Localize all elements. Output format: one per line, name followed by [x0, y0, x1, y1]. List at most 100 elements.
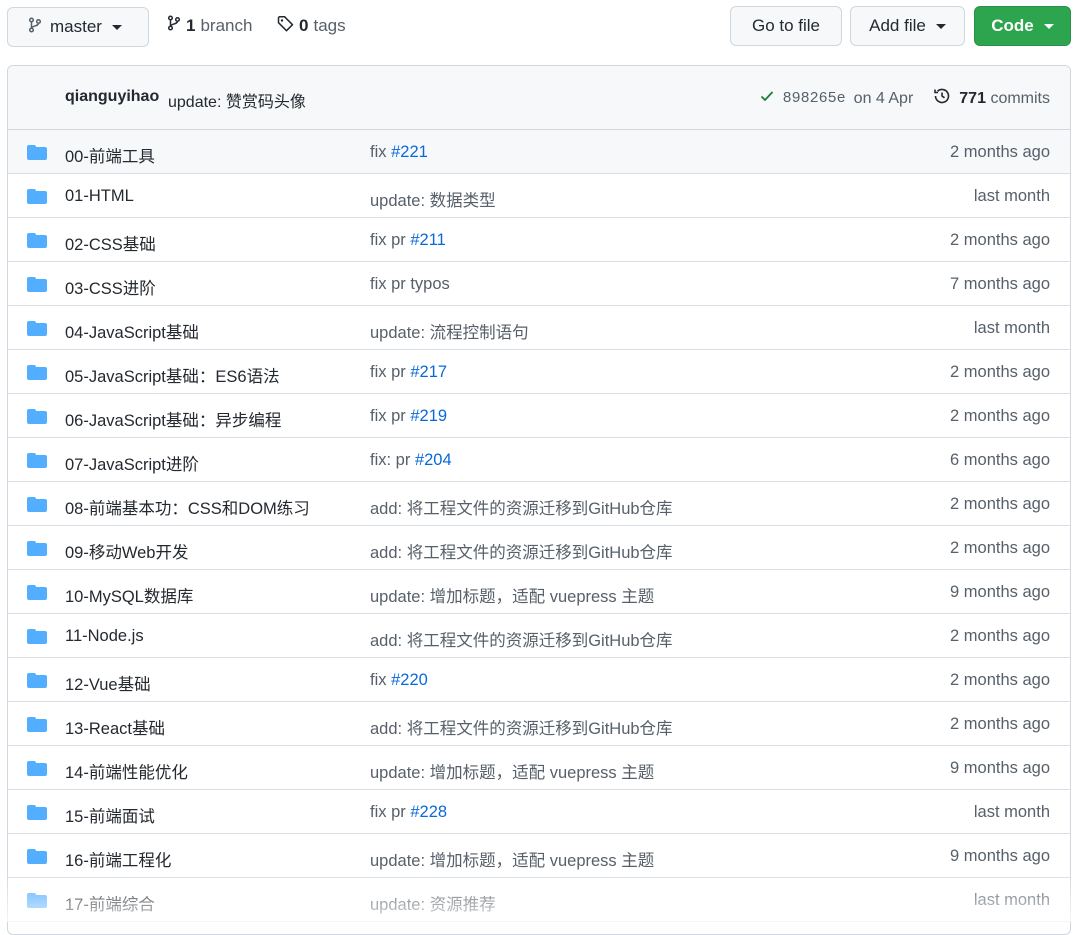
- file-row[interactable]: 09-移动Web开发 add: 将工程文件的资源迁移到GitHub仓库 2 mont…: [8, 526, 1070, 570]
- check-icon[interactable]: [759, 88, 775, 109]
- branches-count: 1: [186, 15, 196, 35]
- file-row[interactable]: 02-CSS基础 fix pr #211 2 months ago: [8, 218, 1070, 262]
- folder-name-link[interactable]: 01-HTML: [65, 187, 134, 206]
- add-file-label: Add file: [869, 16, 926, 35]
- code-button[interactable]: Code: [974, 6, 1071, 46]
- folder-name-link[interactable]: 13-React基础: [65, 715, 165, 739]
- folder-icon: [27, 541, 47, 556]
- commit-message[interactable]: update: 赞赏码头像: [168, 88, 306, 112]
- commit-message-link[interactable]: update: 流程控制语句: [370, 319, 529, 343]
- latest-commit-bar: qianguyihao update: 赞赏码头像 898265e on 4 A…: [8, 66, 1070, 130]
- file-list: 00-前端工具 fix #221 2 months ago 01-HTML update…: [8, 130, 1070, 922]
- folder-name-link[interactable]: 09-移动Web开发: [65, 539, 188, 563]
- folder-icon: [27, 145, 47, 160]
- folder-icon: [27, 585, 47, 600]
- file-row[interactable]: 04-JavaScript基础 update: 流程控制语句 last month: [8, 306, 1070, 350]
- folder-name-link[interactable]: 16-前端工程化: [65, 847, 171, 871]
- git-branch-icon: [167, 15, 181, 36]
- tag-icon: [277, 15, 294, 37]
- add-file-button[interactable]: Add file: [850, 6, 965, 46]
- chevron-down-icon: [1043, 23, 1054, 29]
- commit-sha[interactable]: 898265e: [783, 90, 846, 107]
- commit-message-link[interactable]: fix pr #219: [370, 407, 447, 426]
- chevron-down-icon: [111, 24, 122, 30]
- commit-message-text: add: 将工程文件的资源迁移到GitHub仓库: [370, 632, 673, 650]
- commit-age: 6 months ago: [950, 451, 1050, 469]
- file-row[interactable]: 12-Vue基础 fix #220 2 months ago: [8, 658, 1070, 702]
- commit-age: 2 months ago: [950, 407, 1050, 425]
- folder-name-link[interactable]: 06-JavaScript基础：异步编程: [65, 407, 281, 431]
- commit-message-link[interactable]: fix pr #228: [370, 803, 447, 822]
- tags-link[interactable]: 0 tags: [277, 15, 346, 37]
- issue-link[interactable]: #219: [410, 407, 447, 425]
- branch-select-button[interactable]: master: [7, 7, 149, 47]
- commit-message-link[interactable]: update: 增加标题，适配 vuepress 主题: [370, 583, 654, 607]
- issue-link[interactable]: #204: [415, 451, 452, 469]
- branches-link[interactable]: 1 branch: [167, 15, 252, 36]
- file-browser: qianguyihao update: 赞赏码头像 898265e on 4 A…: [7, 65, 1071, 935]
- file-row[interactable]: 16-前端工程化 update: 增加标题，适配 vuepress 主题 9 mon…: [8, 834, 1070, 878]
- folder-name-link[interactable]: 17-前端综合: [65, 891, 155, 915]
- commit-message-text: fix: [370, 671, 392, 689]
- commit-message-link[interactable]: fix #220: [370, 671, 428, 690]
- issue-link[interactable]: #217: [410, 363, 447, 381]
- folder-icon: [27, 497, 47, 512]
- folder-icon: [27, 321, 47, 336]
- commit-message-text: update: 增加标题，适配 vuepress 主题: [370, 764, 655, 782]
- folder-name-link[interactable]: 05-JavaScript基础：ES6语法: [65, 363, 280, 387]
- commit-message-link[interactable]: fix #221: [370, 143, 428, 162]
- commits-link[interactable]: 771 commits: [959, 90, 1050, 108]
- folder-name-link[interactable]: 03-CSS进阶: [65, 275, 156, 299]
- commit-author[interactable]: qianguyihao: [65, 88, 159, 106]
- folder-icon: [27, 849, 47, 864]
- file-row[interactable]: 05-JavaScript基础：ES6语法 fix pr #217 2 months…: [8, 350, 1070, 394]
- chevron-down-icon: [935, 23, 946, 29]
- folder-name-link[interactable]: 02-CSS基础: [65, 231, 156, 255]
- file-row[interactable]: 10-MySQL数据库 update: 增加标题，适配 vuepress 主题 9 …: [8, 570, 1070, 614]
- commit-message-link[interactable]: fix pr typos: [370, 275, 450, 294]
- file-row[interactable]: 14-前端性能优化 update: 增加标题，适配 vuepress 主题 9 mo…: [8, 746, 1070, 790]
- file-row[interactable]: 00-前端工具 fix #221 2 months ago: [8, 130, 1070, 174]
- file-row[interactable]: 13-React基础 add: 将工程文件的资源迁移到GitHub仓库 2 mont…: [8, 702, 1070, 746]
- folder-name-link[interactable]: 04-JavaScript基础: [65, 319, 199, 343]
- commit-message-text: update: 资源推荐: [370, 896, 496, 914]
- tags-count: 0: [299, 16, 309, 35]
- file-row[interactable]: 11-Node.js add: 将工程文件的资源迁移到GitHub仓库 2 mont…: [8, 614, 1070, 658]
- folder-name-link[interactable]: 08-前端基本功：CSS和DOM练习: [65, 495, 310, 519]
- commit-age: last month: [973, 803, 1050, 821]
- commit-message-link[interactable]: fix pr #211: [370, 231, 446, 250]
- folder-name-link[interactable]: 15-前端面试: [65, 803, 155, 827]
- commit-message-link[interactable]: add: 将工程文件的资源迁移到GitHub仓库: [370, 627, 673, 651]
- folder-name-link[interactable]: 10-MySQL数据库: [65, 583, 193, 607]
- file-row[interactable]: 07-JavaScript进阶 fix: pr #204 6 months ago: [8, 438, 1070, 482]
- folder-name-link[interactable]: 12-Vue基础: [65, 671, 151, 695]
- folder-name-link[interactable]: 07-JavaScript进阶: [65, 451, 199, 475]
- file-row[interactable]: 01-HTML update: 数据类型 last month: [8, 174, 1070, 218]
- commit-message-link[interactable]: add: 将工程文件的资源迁移到GitHub仓库: [370, 715, 673, 739]
- file-row[interactable]: 17-前端综合 update: 资源推荐 last month: [8, 878, 1070, 922]
- file-row[interactable]: 08-前端基本功：CSS和DOM练习 add: 将工程文件的资源迁移到GitHub…: [8, 482, 1070, 526]
- folder-name-link[interactable]: 14-前端性能优化: [65, 759, 188, 783]
- commit-message-link[interactable]: update: 增加标题，适配 vuepress 主题: [370, 847, 654, 871]
- issue-link[interactable]: #211: [410, 231, 445, 249]
- commit-message-link[interactable]: add: 将工程文件的资源迁移到GitHub仓库: [370, 495, 673, 519]
- issue-link[interactable]: #221: [391, 143, 428, 161]
- commit-message-link[interactable]: fix: pr #204: [370, 451, 452, 470]
- file-row[interactable]: 03-CSS进阶 fix pr typos 7 months ago: [8, 262, 1070, 306]
- commit-message-link[interactable]: update: 数据类型: [370, 187, 496, 211]
- go-to-file-button[interactable]: Go to file: [730, 6, 842, 46]
- folder-name-link[interactable]: 11-Node.js: [65, 627, 144, 646]
- commit-message-link[interactable]: fix pr #217: [370, 363, 447, 382]
- file-row[interactable]: 15-前端面试 fix pr #228 last month: [8, 790, 1070, 834]
- issue-link[interactable]: #228: [410, 803, 447, 821]
- folder-name-link[interactable]: 00-前端工具: [65, 143, 155, 167]
- commit-age: last month: [973, 187, 1050, 205]
- commits-label: commits: [990, 89, 1050, 107]
- issue-link[interactable]: #220: [391, 671, 428, 689]
- commit-message-link[interactable]: update: 增加标题，适配 vuepress 主题: [370, 759, 654, 783]
- commit-message-link[interactable]: update: 资源推荐: [370, 891, 496, 915]
- commit-age: 2 months ago: [950, 715, 1050, 733]
- commit-message-link[interactable]: add: 将工程文件的资源迁移到GitHub仓库: [370, 539, 673, 563]
- file-row[interactable]: 06-JavaScript基础：异步编程 fix pr #219 2 months …: [8, 394, 1070, 438]
- commit-age: 9 months ago: [950, 583, 1050, 601]
